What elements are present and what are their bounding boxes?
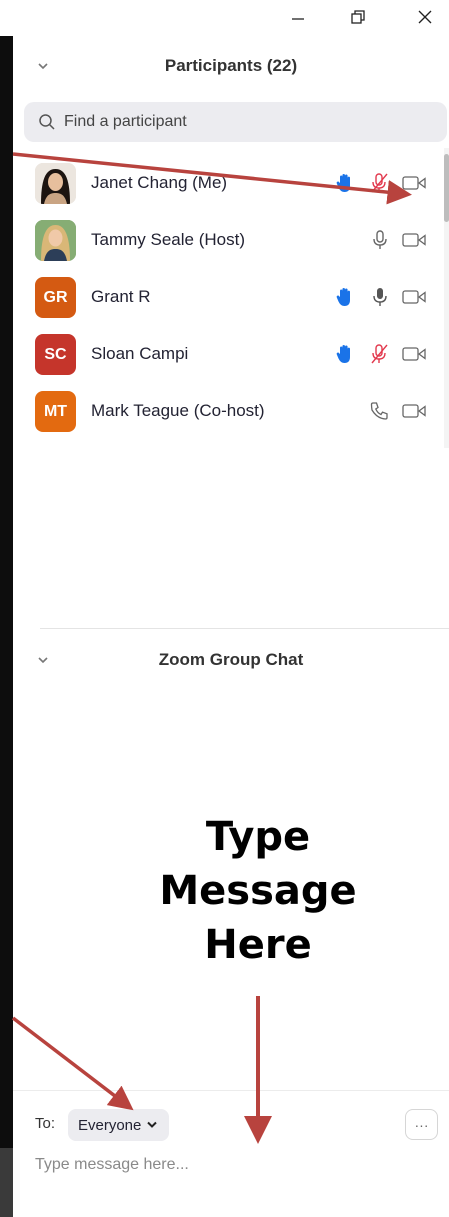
background-window-edge-bottom xyxy=(0,1148,13,1217)
recipient-value: Everyone xyxy=(78,1116,142,1134)
annotation-line-3: Here xyxy=(204,922,312,968)
video-off-icon[interactable] xyxy=(402,172,426,194)
participant-name: Tammy Seale (Host) xyxy=(91,230,245,249)
participant-row[interactable]: GR Grant R xyxy=(13,269,449,326)
participants-title: Participants (22) xyxy=(164,56,298,75)
participant-scrollbar-thumb[interactable] xyxy=(444,154,449,222)
avatar-initials: MT xyxy=(43,402,68,420)
search-placeholder: Find a participant xyxy=(64,113,187,130)
raised-hand-icon xyxy=(333,172,357,194)
mic-muted-icon[interactable] xyxy=(367,343,391,365)
mic-icon[interactable] xyxy=(368,229,392,251)
background-window-edge xyxy=(0,36,13,1217)
participant-name: Janet Chang (Me) xyxy=(91,173,228,192)
mic-active-icon[interactable] xyxy=(368,286,392,308)
restore-button[interactable] xyxy=(343,4,373,30)
participant-row[interactable]: MT Mark Teague (Co-host) xyxy=(13,383,449,440)
annotation-line-2: Message xyxy=(159,868,357,914)
annotation-line-1: Type xyxy=(205,814,311,860)
close-icon xyxy=(418,10,432,24)
avatar-photo-icon xyxy=(35,163,76,204)
restore-icon xyxy=(351,10,365,24)
section-divider xyxy=(40,628,449,629)
annotation-caption: Type Message Here xyxy=(138,810,378,972)
avatar: GR xyxy=(35,277,76,318)
participant-row[interactable]: Tammy Seale (Host) xyxy=(13,212,449,269)
more-icon: ··· xyxy=(414,1116,429,1133)
chat-input-divider xyxy=(13,1090,449,1091)
raised-hand-icon xyxy=(333,343,357,365)
participant-search-input[interactable]: Find a participant xyxy=(24,102,447,142)
to-label: To: xyxy=(35,1115,56,1132)
avatar-initials: SC xyxy=(44,345,67,363)
video-off-icon[interactable] xyxy=(402,343,426,365)
avatar xyxy=(35,220,76,261)
participant-row[interactable]: Janet Chang (Me) xyxy=(13,155,449,212)
avatar: SC xyxy=(35,334,76,375)
raised-hand-icon xyxy=(333,286,357,308)
participant-row[interactable]: SC Sloan Campi xyxy=(13,326,449,383)
video-off-icon[interactable] xyxy=(402,286,426,308)
participants-header: Participants (22) xyxy=(13,36,449,96)
avatar-initials: GR xyxy=(43,288,68,306)
chevron-down-icon xyxy=(147,1121,158,1128)
search-icon xyxy=(39,114,55,130)
participant-name: Mark Teague (Co-host) xyxy=(91,401,265,420)
video-off-icon[interactable] xyxy=(402,400,426,422)
chat-message-input[interactable] xyxy=(35,1150,435,1180)
phone-icon xyxy=(367,400,391,422)
close-button[interactable] xyxy=(410,4,440,30)
avatar-photo-icon xyxy=(35,220,76,261)
recipient-select[interactable]: Everyone xyxy=(68,1109,169,1141)
mic-muted-icon[interactable] xyxy=(367,172,391,194)
minimize-icon xyxy=(292,18,304,20)
more-options-button[interactable]: ··· xyxy=(405,1109,438,1140)
title-bar xyxy=(13,0,449,34)
avatar: MT xyxy=(35,391,76,432)
video-off-icon[interactable] xyxy=(402,229,426,251)
avatar xyxy=(35,163,76,204)
minimize-button[interactable] xyxy=(283,4,313,30)
chat-header: Zoom Group Chat xyxy=(13,630,449,690)
chat-title: Zoom Group Chat xyxy=(158,650,304,669)
participant-name: Grant R xyxy=(91,287,151,306)
participant-name: Sloan Campi xyxy=(91,344,189,363)
